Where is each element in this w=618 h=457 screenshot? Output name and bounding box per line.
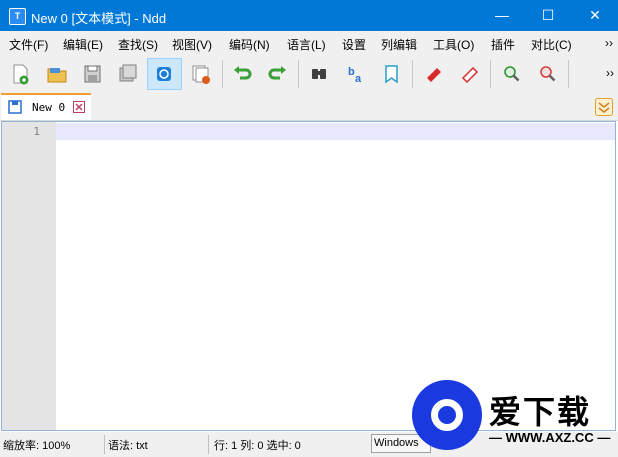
auto-save-button[interactable] (147, 58, 182, 90)
replace-button[interactable]: b a (339, 58, 371, 90)
tab-list-dropdown-icon[interactable] (595, 98, 613, 116)
save-button[interactable] (76, 58, 108, 90)
menu-view[interactable]: 视图(V) (172, 36, 212, 53)
menu-bar: 文件(F) 编辑(E) 查找(S) 视图(V) 编码(N) 语言(L) 设置 列… (0, 31, 618, 55)
new-file-icon (13, 64, 29, 85)
toolbar-separator (222, 60, 223, 88)
menu-settings[interactable]: 设置 (342, 36, 366, 53)
binoculars-icon (312, 69, 326, 79)
open-folder-icon (47, 68, 67, 83)
zoom-in-button[interactable] (495, 58, 527, 90)
window-title: New 0 [文本模式] - Ndd (31, 11, 167, 26)
status-cursor-position: 行: 1 列: 0 选中: 0 (214, 440, 301, 452)
toolbar-separator (490, 60, 491, 88)
svg-text:a: a (355, 73, 362, 85)
text-editor[interactable]: 1 (1, 121, 616, 431)
line-number-gutter: 1 (2, 122, 56, 430)
status-separator (208, 435, 209, 454)
close-button[interactable]: ✕ (572, 0, 618, 31)
svg-text:b: b (348, 66, 355, 78)
menu-edit[interactable]: 编辑(E) (63, 36, 103, 53)
save-state-icon (8, 100, 22, 114)
watermark-brand: 爱下载 (489, 393, 592, 431)
tab-bar: New 0 (0, 93, 618, 121)
status-separator (104, 435, 105, 454)
menu-find[interactable]: 查找(S) (118, 36, 158, 53)
toolbar: b a ›› (0, 55, 618, 93)
menu-compare[interactable]: 对比(C) (531, 36, 572, 53)
close-file-button[interactable] (185, 58, 217, 90)
minimize-button[interactable]: — (479, 0, 525, 31)
zoom-in-icon (504, 66, 520, 82)
save-all-icon (119, 64, 137, 82)
save-icon (84, 65, 101, 83)
app-icon: T (9, 8, 26, 25)
menu-encoding[interactable]: 编码(N) (229, 36, 270, 53)
zoom-out-button[interactable] (531, 58, 563, 90)
marker-button[interactable] (417, 58, 449, 90)
toolbar-separator (568, 60, 569, 88)
title-bar: T New 0 [文本模式] - Ndd — ☐ ✕ (0, 0, 618, 31)
find-button[interactable] (303, 58, 335, 90)
eraser-icon (461, 66, 479, 84)
menu-tools[interactable]: 工具(O) (433, 36, 474, 53)
menu-language[interactable]: 语言(L) (287, 36, 326, 53)
tab-close-icon[interactable] (73, 101, 85, 113)
line-number: 1 (33, 125, 40, 138)
tab-label: New 0 (32, 101, 66, 114)
zoom-out-icon (540, 66, 556, 82)
menu-column-edit[interactable]: 列编辑 (381, 36, 417, 53)
toolbar-separator (412, 60, 413, 88)
watermark-url: — WWW.AXZ.CC — (489, 430, 611, 445)
replace-icon: b a (348, 66, 362, 85)
auto-save-icon (157, 67, 171, 81)
close-file-icon (192, 65, 210, 84)
bookmark-icon (385, 65, 398, 84)
clear-mark-button[interactable] (453, 58, 485, 90)
watermark-logo (412, 380, 482, 450)
redo-icon (268, 66, 286, 80)
undo-icon (234, 66, 252, 80)
save-all-button[interactable] (112, 58, 144, 90)
undo-button[interactable] (226, 58, 258, 90)
toolbar-separator (298, 60, 299, 88)
open-file-button[interactable] (40, 58, 72, 90)
maximize-button[interactable]: ☐ (525, 0, 571, 31)
tab-new-0[interactable]: New 0 (1, 93, 91, 120)
status-syntax: 语法: txt (108, 440, 148, 452)
menu-file[interactable]: 文件(F) (9, 36, 48, 53)
marker-icon (427, 68, 441, 82)
menu-overflow-chevron[interactable]: ›› (605, 36, 613, 50)
redo-button[interactable] (262, 58, 294, 90)
current-line-highlight (56, 123, 615, 140)
bookmark-button[interactable] (375, 58, 407, 90)
status-zoom: 缩放率: 100% (3, 440, 71, 452)
menu-plugins[interactable]: 插件 (491, 36, 515, 53)
new-file-button[interactable] (4, 58, 36, 90)
toolbar-overflow-chevron[interactable]: ›› (606, 66, 614, 80)
